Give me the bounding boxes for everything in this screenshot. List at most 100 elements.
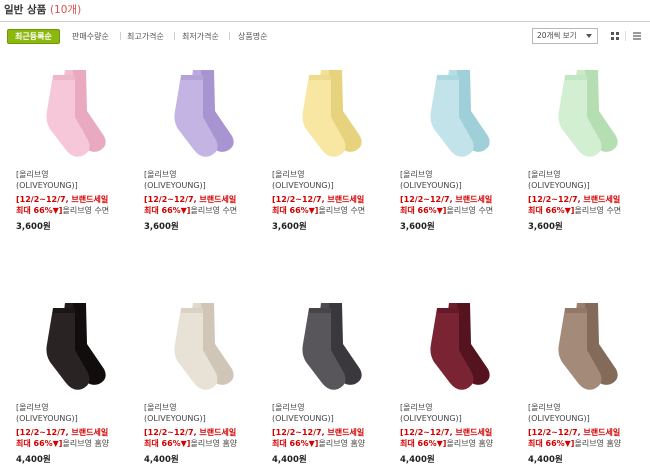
brand-line-2: (OLIVEYOUNG)] xyxy=(16,180,78,190)
brand-line-1: [올리브영 xyxy=(272,403,305,412)
promo-product-name: 올리브영 수면 xyxy=(62,206,110,215)
section-title: 일반 상품 (10개) xyxy=(4,2,81,17)
brand-line-2: (OLIVEYOUNG)] xyxy=(272,413,334,423)
promo-product-name: 올리브영 수면 xyxy=(318,206,366,215)
sock-product-image[interactable] xyxy=(528,286,648,396)
product-promo-title[interactable]: [12/2~12/7, 브랜드세일 최대 66%▼]올리브영 수면 xyxy=(144,194,269,216)
sock-product-image[interactable] xyxy=(144,53,264,163)
sort-price-low-link[interactable]: 최저가격순 xyxy=(182,31,219,42)
promo-product-name: 올리브영 수면 xyxy=(446,206,494,215)
brand-line-1: [올리브영 xyxy=(16,403,49,412)
promo-discount: 최대 66%▼] xyxy=(272,206,319,215)
promo-product-name: 올리브영 홈양 xyxy=(574,439,622,448)
per-page-value: 20개씩 보기 xyxy=(537,31,577,40)
view-separator xyxy=(625,31,626,41)
brand-line-2: (OLIVEYOUNG)] xyxy=(16,413,78,423)
product-promo-title[interactable]: [12/2~12/7, 브랜드세일 최대 66%▼]올리브영 수면 xyxy=(400,194,525,216)
brand-line-1: [올리브영 xyxy=(528,403,561,412)
product-brand[interactable]: [올리브영 (OLIVEYOUNG)] xyxy=(16,170,141,191)
brand-line-2: (OLIVEYOUNG)] xyxy=(272,180,334,190)
product-price: 4,400원 xyxy=(144,455,179,465)
product-brand[interactable]: [올리브영 (OLIVEYOUNG)] xyxy=(272,403,397,424)
promo-product-name: 올리브영 홈양 xyxy=(446,439,494,448)
product-brand[interactable]: [올리브영 (OLIVEYOUNG)] xyxy=(528,403,650,424)
promo-line-1: [12/2~12/7, 브랜드세일 xyxy=(144,428,237,437)
product-promo-title[interactable]: [12/2~12/7, 브랜드세일 최대 66%▼]올리브영 홈양 xyxy=(16,427,141,449)
brand-line-2: (OLIVEYOUNG)] xyxy=(144,413,206,423)
sock-product-image[interactable] xyxy=(400,286,520,396)
promo-line-1: [12/2~12/7, 브랜드세일 xyxy=(272,195,365,204)
product-brand[interactable]: [올리브영 (OLIVEYOUNG)] xyxy=(400,170,525,191)
sock-product-image[interactable] xyxy=(272,286,392,396)
brand-line-2: (OLIVEYOUNG)] xyxy=(400,180,462,190)
sort-separator: | xyxy=(173,31,176,40)
promo-line-1: [12/2~12/7, 브랜드세일 xyxy=(16,428,109,437)
section-title-text: 일반 상품 xyxy=(4,4,47,16)
sock-product-image[interactable] xyxy=(528,53,648,163)
sock-product-image[interactable] xyxy=(16,53,136,163)
sort-sales-link[interactable]: 판매수량순 xyxy=(72,31,109,42)
promo-product-name: 올리브영 수면 xyxy=(574,206,622,215)
promo-line-1: [12/2~12/7, 브랜드세일 xyxy=(272,428,365,437)
sort-price-high-link[interactable]: 최고가격순 xyxy=(127,31,164,42)
promo-discount: 최대 66%▼] xyxy=(144,439,191,448)
product-brand[interactable]: [올리브영 (OLIVEYOUNG)] xyxy=(528,170,650,191)
product-price: 4,400원 xyxy=(16,455,51,465)
product-price: 3,600원 xyxy=(144,222,179,232)
product-price: 3,600원 xyxy=(16,222,51,232)
list-view-icon[interactable] xyxy=(633,32,641,40)
product-brand[interactable]: [올리브영 (OLIVEYOUNG)] xyxy=(144,403,269,424)
brand-line-1: [올리브영 xyxy=(528,170,561,179)
grid-view-icon[interactable] xyxy=(611,32,619,40)
promo-discount: 최대 66%▼] xyxy=(144,206,191,215)
sort-recent-button[interactable]: 최근등록순 xyxy=(7,29,60,44)
promo-line-1: [12/2~12/7, 브랜드세일 xyxy=(400,428,493,437)
promo-discount: 최대 66%▼] xyxy=(400,206,447,215)
promo-product-name: 올리브영 홈양 xyxy=(318,439,366,448)
section-header: 일반 상품 (10개) xyxy=(0,0,650,22)
promo-line-1: [12/2~12/7, 브랜드세일 xyxy=(16,195,109,204)
brand-line-2: (OLIVEYOUNG)] xyxy=(528,180,590,190)
sort-toolbar: 최근등록순 판매수량순 | 최고가격순 | 최저가격순 | 상품명순 20개씩 … xyxy=(0,23,650,48)
product-brand[interactable]: [올리브영 (OLIVEYOUNG)] xyxy=(144,170,269,191)
product-promo-title[interactable]: [12/2~12/7, 브랜드세일최대 66%▼]올리브영 수면 xyxy=(16,194,141,216)
sock-product-image[interactable] xyxy=(272,53,392,163)
sock-product-image[interactable] xyxy=(16,286,136,396)
product-price: 3,600원 xyxy=(400,222,435,232)
product-promo-title[interactable]: [12/2~12/7, 브랜드세일최대 66%▼]올리브영 홈양 xyxy=(528,427,650,449)
brand-line-2: (OLIVEYOUNG)] xyxy=(528,413,590,423)
per-page-select[interactable]: 20개씩 보기 xyxy=(532,28,598,44)
brand-line-2: (OLIVEYOUNG)] xyxy=(400,413,462,423)
sort-separator: | xyxy=(119,31,122,40)
product-brand[interactable]: [올리브영 (OLIVEYOUNG)] xyxy=(16,403,141,424)
brand-line-2: (OLIVEYOUNG)] xyxy=(144,180,206,190)
product-promo-title[interactable]: [12/2~12/7, 브랜드세일최대 66%▼]올리브영 수면 xyxy=(272,194,397,216)
product-price: 3,600원 xyxy=(528,222,563,232)
product-count: (10개) xyxy=(49,4,82,16)
promo-product-name: 올리브영 홈양 xyxy=(62,439,110,448)
product-brand[interactable]: [올리브영 (OLIVEYOUNG)] xyxy=(272,170,397,191)
brand-line-1: [올리브영 xyxy=(144,403,177,412)
product-brand[interactable]: [올리브영 (OLIVEYOUNG)] xyxy=(400,403,525,424)
sock-product-image[interactable] xyxy=(400,53,520,163)
promo-discount: 최대 66%▼] xyxy=(16,206,63,215)
sort-separator: | xyxy=(228,31,231,40)
brand-line-1: [올리브영 xyxy=(400,170,433,179)
product-price: 4,400원 xyxy=(272,455,307,465)
chevron-down-icon xyxy=(586,34,592,38)
brand-line-1: [올리브영 xyxy=(16,170,49,179)
promo-line-1: [12/2~12/7, 브랜드세일 xyxy=(528,195,621,204)
brand-line-1: [올리브영 xyxy=(272,170,305,179)
brand-line-1: [올리브영 xyxy=(400,403,433,412)
product-promo-title[interactable]: [12/2~12/7, 브랜드세일 최대 66%▼]올리브영 홈양 xyxy=(400,427,525,449)
sock-product-image[interactable] xyxy=(144,286,264,396)
product-promo-title[interactable]: [12/2~12/7, 브랜드세일최대 66%▼]올리브영 홈양 xyxy=(272,427,397,449)
promo-product-name: 올리브영 홈양 xyxy=(190,439,238,448)
product-price: 4,400원 xyxy=(528,455,563,465)
product-promo-title[interactable]: [12/2~12/7, 브랜드세일최대 66%▼]올리브영 홈양 xyxy=(144,427,269,449)
promo-line-1: [12/2~12/7, 브랜드세일 xyxy=(528,428,621,437)
promo-discount: 최대 66%▼] xyxy=(272,439,319,448)
product-promo-title[interactable]: [12/2~12/7, 브랜드세일 최대 66%▼]올리브영 수면 xyxy=(528,194,650,216)
promo-discount: 최대 66%▼] xyxy=(528,439,575,448)
sort-name-link[interactable]: 상품명순 xyxy=(238,31,267,42)
